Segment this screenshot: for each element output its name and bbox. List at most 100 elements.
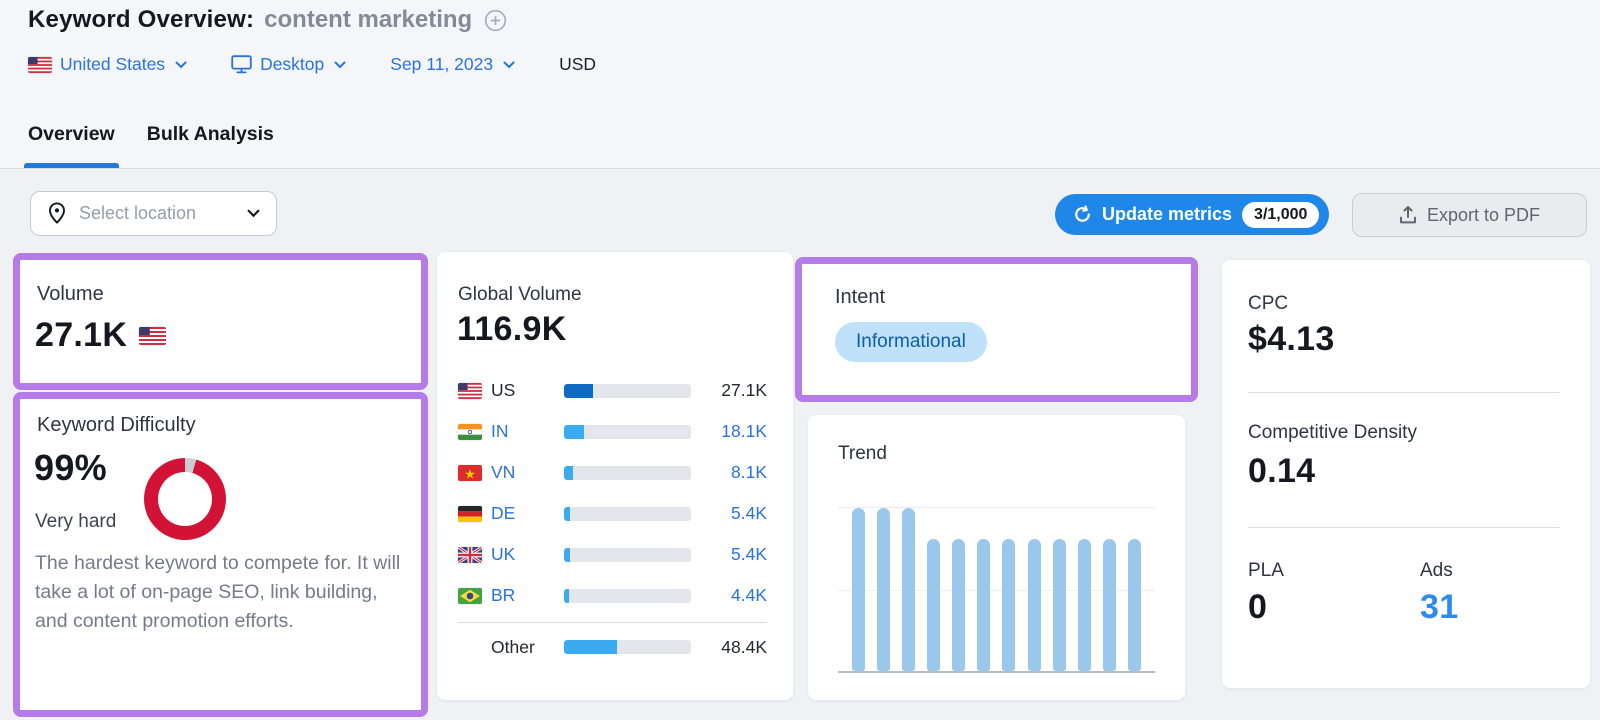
page-header: Keyword Overview: content marketing Unit… — [0, 0, 1600, 169]
volume-value: 27.1K — [35, 316, 128, 354]
intent-label: Intent — [835, 286, 886, 308]
trend-bar-chart — [838, 507, 1155, 673]
country-label[interactable]: VN — [491, 462, 545, 483]
trend-bar — [902, 508, 916, 671]
global-volume-country-list: US 27.1K IN 18.1K VN 8.1K DE 5.4K UK 5.4K BR 4.4K Ot… — [458, 370, 767, 669]
tab-overview[interactable]: Overview — [24, 119, 119, 168]
cpc-label: CPC — [1248, 293, 1289, 314]
intent-card-highlight: Intent Informational — [795, 257, 1198, 402]
divider — [1248, 527, 1560, 528]
country-volume-bar — [564, 424, 691, 439]
refresh-icon — [1073, 205, 1092, 224]
keyword-difficulty-level: Very hard — [35, 511, 117, 532]
country-volume-value[interactable]: 8.1K — [691, 462, 767, 483]
flag-us-icon — [458, 382, 482, 399]
filter-bar: United States Desktop Sep 11, 2023 USD — [28, 54, 596, 75]
trend-card: Trend — [808, 415, 1185, 700]
country-label: Other — [491, 636, 535, 657]
export-pdf-button[interactable]: Export to PDF — [1352, 193, 1587, 237]
trend-bar — [852, 508, 865, 671]
flag-vn-icon — [458, 464, 482, 481]
title-row: Keyword Overview: content marketing — [28, 6, 507, 34]
select-location-dropdown[interactable]: Select location — [30, 191, 277, 236]
chevron-down-icon — [334, 61, 346, 69]
global-volume-row-uk: UK 5.4K — [458, 534, 767, 575]
country-volume-bar — [564, 640, 691, 654]
divider — [458, 622, 767, 623]
global-volume-row-in: IN 18.1K — [458, 411, 767, 452]
chevron-down-icon — [503, 61, 515, 69]
flag-in-icon — [458, 423, 482, 440]
trend-label: Trend — [838, 443, 887, 464]
country-volume-value: 48.4K — [721, 636, 767, 657]
us-flag-icon — [139, 326, 167, 345]
country-label: US — [491, 380, 516, 400]
competitive-density-label: Competitive Density — [1248, 422, 1417, 443]
trend-bar — [1102, 538, 1116, 671]
country-volume-value[interactable]: 5.4K — [691, 544, 767, 565]
desktop-icon — [231, 55, 252, 74]
country-label[interactable]: BR — [491, 585, 545, 606]
quota-badge: 3/1,000 — [1242, 201, 1320, 228]
ads-label: Ads — [1420, 560, 1453, 581]
date-selector-label: Sep 11, 2023 — [390, 54, 494, 74]
trend-bar — [1077, 538, 1091, 671]
pla-label: PLA — [1248, 560, 1284, 581]
keyword-difficulty-label: Keyword Difficulty — [37, 414, 196, 436]
trend-bar — [1127, 538, 1141, 671]
country-volume-bar-fill — [564, 640, 617, 654]
intent-badge[interactable]: Informational — [835, 322, 987, 362]
trend-bar — [1027, 538, 1041, 671]
trend-bar — [952, 538, 966, 671]
country-volume-bar-fill — [564, 588, 569, 603]
global-volume-value: 116.9K — [457, 310, 567, 348]
global-volume-row-us: US 27.1K — [458, 370, 767, 411]
update-metrics-button[interactable]: Update metrics 3/1,000 — [1055, 194, 1330, 235]
keyword-difficulty-card-highlight: Keyword Difficulty 99% Very hard The har… — [13, 392, 428, 717]
flag-uk-icon — [458, 546, 482, 563]
country-volume-bar-fill — [564, 506, 570, 521]
country-volume-bar-fill — [564, 383, 594, 398]
pla-value: 0 — [1248, 588, 1268, 626]
trend-bar — [1002, 538, 1016, 671]
tab-bulk-analysis[interactable]: Bulk Analysis — [147, 119, 274, 168]
trend-bar — [877, 508, 891, 671]
global-volume-row-vn: VN 8.1K — [458, 452, 767, 493]
trend-bar — [1052, 538, 1066, 671]
country-volume-value[interactable]: 4.4K — [691, 585, 767, 606]
date-selector[interactable]: Sep 11, 2023 — [390, 54, 515, 75]
cpc-metrics-card: CPC $4.13 Competitive Density 0.14 PLA 0… — [1222, 260, 1590, 688]
country-label[interactable]: IN — [491, 421, 545, 442]
country-selector[interactable]: United States — [28, 54, 187, 75]
global-volume-row-other: Other 48.4K — [458, 625, 767, 669]
keyword-difficulty-description: The hardest keyword to compete for. It w… — [35, 552, 401, 632]
chevron-down-icon — [175, 61, 187, 69]
trend-bars — [838, 508, 1155, 671]
cpc-value: $4.13 — [1248, 320, 1335, 358]
keyword-title: content marketing — [264, 6, 473, 33]
country-volume-value: 27.1K — [721, 380, 767, 400]
device-selector[interactable]: Desktop — [231, 54, 346, 75]
keyword-difficulty-donut-chart — [144, 458, 226, 540]
country-selector-label: United States — [60, 54, 166, 74]
country-volume-bar — [564, 547, 691, 562]
country-volume-bar — [564, 465, 691, 480]
flag-br-icon — [458, 587, 482, 604]
country-volume-value[interactable]: 5.4K — [691, 503, 767, 524]
country-volume-value[interactable]: 18.1K — [691, 421, 767, 442]
country-label[interactable]: UK — [491, 544, 545, 565]
device-selector-label: Desktop — [260, 54, 325, 74]
country-volume-bar-fill — [564, 465, 573, 480]
upload-icon — [1399, 205, 1417, 225]
competitive-density-value: 0.14 — [1248, 452, 1316, 490]
country-volume-bar — [564, 588, 691, 603]
trend-bar — [927, 538, 941, 671]
tab-bar: Overview Bulk Analysis — [24, 119, 274, 168]
global-volume-row-de: DE 5.4K — [458, 493, 767, 534]
select-location-placeholder: Select location — [79, 203, 197, 223]
add-keyword-icon[interactable] — [484, 9, 507, 32]
country-label[interactable]: DE — [491, 503, 545, 524]
currency-label: USD — [559, 54, 597, 74]
country-volume-bar — [564, 383, 691, 398]
ads-value: 31 — [1420, 588, 1459, 626]
